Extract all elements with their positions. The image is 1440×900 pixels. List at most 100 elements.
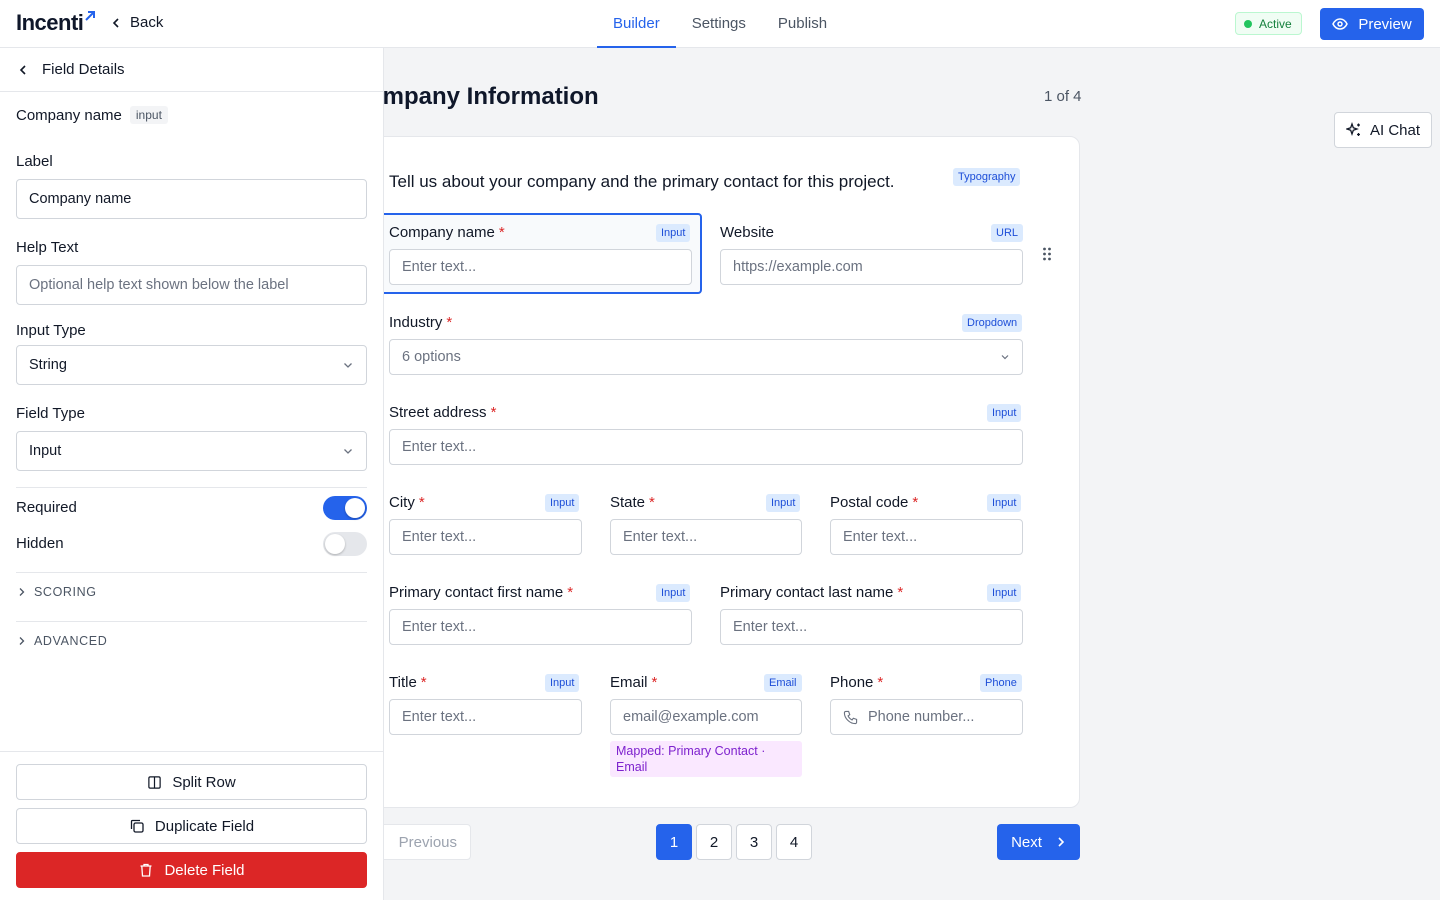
last-name-input[interactable]: Enter text... [720, 609, 1023, 645]
delete-field-button[interactable]: Delete Field [16, 852, 367, 888]
field-type-value: Input [29, 443, 62, 459]
state-label: State * [610, 494, 655, 511]
divider [16, 487, 367, 488]
help-text-input[interactable]: Optional help text shown below the label [16, 265, 367, 305]
duplicate-field-button[interactable]: Duplicate Field [16, 808, 367, 844]
chevron-right-icon [19, 637, 25, 645]
page-title: ompany Information [368, 83, 599, 110]
split-row-label: Split Row [172, 773, 236, 791]
company-name-input[interactable]: Enter text... [389, 249, 692, 285]
hidden-toggle[interactable] [323, 532, 367, 556]
city-label: City * [389, 494, 425, 511]
chevron-down-icon [344, 363, 352, 368]
panel-title: Field Details [42, 61, 125, 78]
drag-handle-icon[interactable] [1042, 246, 1052, 262]
chevron-left-icon [19, 64, 26, 75]
page-2-button[interactable]: 2 [696, 824, 732, 860]
city-input[interactable]: Enter text... [389, 519, 582, 555]
first-name-label: Primary contact first name * [389, 584, 574, 601]
eye-icon [1332, 18, 1349, 30]
panel-header[interactable]: Field Details [0, 48, 383, 92]
label-input[interactable]: Company name [16, 179, 367, 219]
last-name-label: Primary contact last name * [720, 584, 904, 601]
phone-label: Phone * [830, 674, 884, 691]
industry-label: Industry * [389, 314, 453, 331]
email-input[interactable]: email@example.com [610, 699, 802, 735]
title-input[interactable]: Enter text... [389, 699, 582, 735]
ai-chat-button[interactable]: AI Chat [1334, 112, 1432, 148]
website-type-tag: URL [991, 224, 1024, 242]
next-label: Next [1011, 833, 1042, 851]
chevron-down-icon [1001, 355, 1009, 360]
field-details-panel: Field Details Company name input Label C… [0, 48, 384, 900]
duplicate-field-label: Duplicate Field [154, 817, 255, 835]
chevron-down-icon [344, 449, 352, 454]
phone-placeholder: Phone number... [868, 709, 975, 725]
main-tabs: Builder Settings Publish [597, 0, 843, 48]
street-address-type-tag: Input [987, 404, 1022, 422]
input-type-label: Input Type [16, 322, 86, 339]
field-identity: Company name input [16, 106, 168, 124]
split-row-button[interactable]: Split Row [16, 764, 367, 800]
status-badge: Active [1235, 12, 1302, 35]
input-type-select[interactable]: String [16, 345, 367, 385]
tab-settings[interactable]: Settings [676, 0, 762, 48]
city-type-tag: Input [545, 494, 580, 512]
typography-tag: Typography [953, 168, 1021, 186]
hidden-label: Hidden [16, 535, 64, 552]
back-button[interactable]: Back [110, 14, 163, 31]
page-3-button[interactable]: 3 [736, 824, 772, 860]
email-type-tag: Email [764, 674, 802, 692]
toggle-knob [325, 534, 345, 554]
preview-button[interactable]: Preview [1320, 8, 1424, 40]
first-name-input[interactable]: Enter text... [389, 609, 692, 645]
required-toggle[interactable] [323, 496, 367, 520]
street-address-input[interactable]: Enter text... [389, 429, 1023, 465]
phone-icon [843, 710, 858, 724]
industry-select[interactable]: 6 options [389, 339, 1023, 375]
trash-icon [140, 863, 152, 877]
logo-arrow-icon [85, 11, 95, 21]
chevron-right-icon [19, 588, 25, 596]
postal-code-type-tag: Input [987, 494, 1022, 512]
section-scoring[interactable]: SCORING [18, 585, 97, 599]
title-label: Title * [389, 674, 427, 691]
input-type-value: String [29, 357, 67, 373]
app-logo: Incenti [16, 10, 84, 35]
website-input[interactable]: https://example.com [720, 249, 1023, 285]
title-type-tag: Input [545, 674, 580, 692]
section-scoring-label: SCORING [34, 585, 97, 599]
email-label: Email * [610, 674, 658, 691]
page-4-button[interactable]: 4 [776, 824, 812, 860]
section-advanced[interactable]: ADVANCED [18, 634, 107, 648]
top-bar: Incenti Back Builder Settings Publish Ac… [0, 0, 1440, 48]
company-name-type-tag: Input [656, 224, 691, 242]
previous-button[interactable]: Previous [370, 824, 471, 860]
required-label: Required [16, 499, 77, 516]
phone-input[interactable]: Phone number... [830, 699, 1023, 735]
email-mapping-badge: Mapped: Primary Contact · Email [610, 741, 802, 777]
form-intro-text: Tell us about your company and the prima… [389, 172, 895, 191]
page-1-button[interactable]: 1 [656, 824, 692, 860]
postal-code-label: Postal code * [830, 494, 919, 511]
next-button[interactable]: Next [997, 824, 1080, 860]
page-count: 1 of 4 [1044, 88, 1082, 105]
toggle-knob [345, 498, 365, 518]
copy-icon [130, 819, 144, 833]
tab-builder[interactable]: Builder [597, 0, 676, 48]
delete-field-label: Delete Field [164, 861, 245, 879]
field-type-select[interactable]: Input [16, 431, 367, 471]
preview-label: Preview [1358, 15, 1412, 33]
website-label: Website [720, 224, 774, 241]
panel-footer: Split Row Duplicate Field Delete Field [0, 751, 383, 900]
state-type-tag: Input [766, 494, 801, 512]
field-type-label: Field Type [16, 405, 85, 422]
field-kind-badge: input [129, 106, 168, 124]
postal-code-input[interactable]: Enter text... [830, 519, 1023, 555]
status-dot-icon [1244, 19, 1252, 28]
first-name-type-tag: Input [656, 584, 691, 602]
state-input[interactable]: Enter text... [610, 519, 802, 555]
tab-publish[interactable]: Publish [762, 0, 843, 48]
industry-select-value: 6 options [402, 349, 461, 365]
chevron-right-icon [1058, 837, 1065, 847]
